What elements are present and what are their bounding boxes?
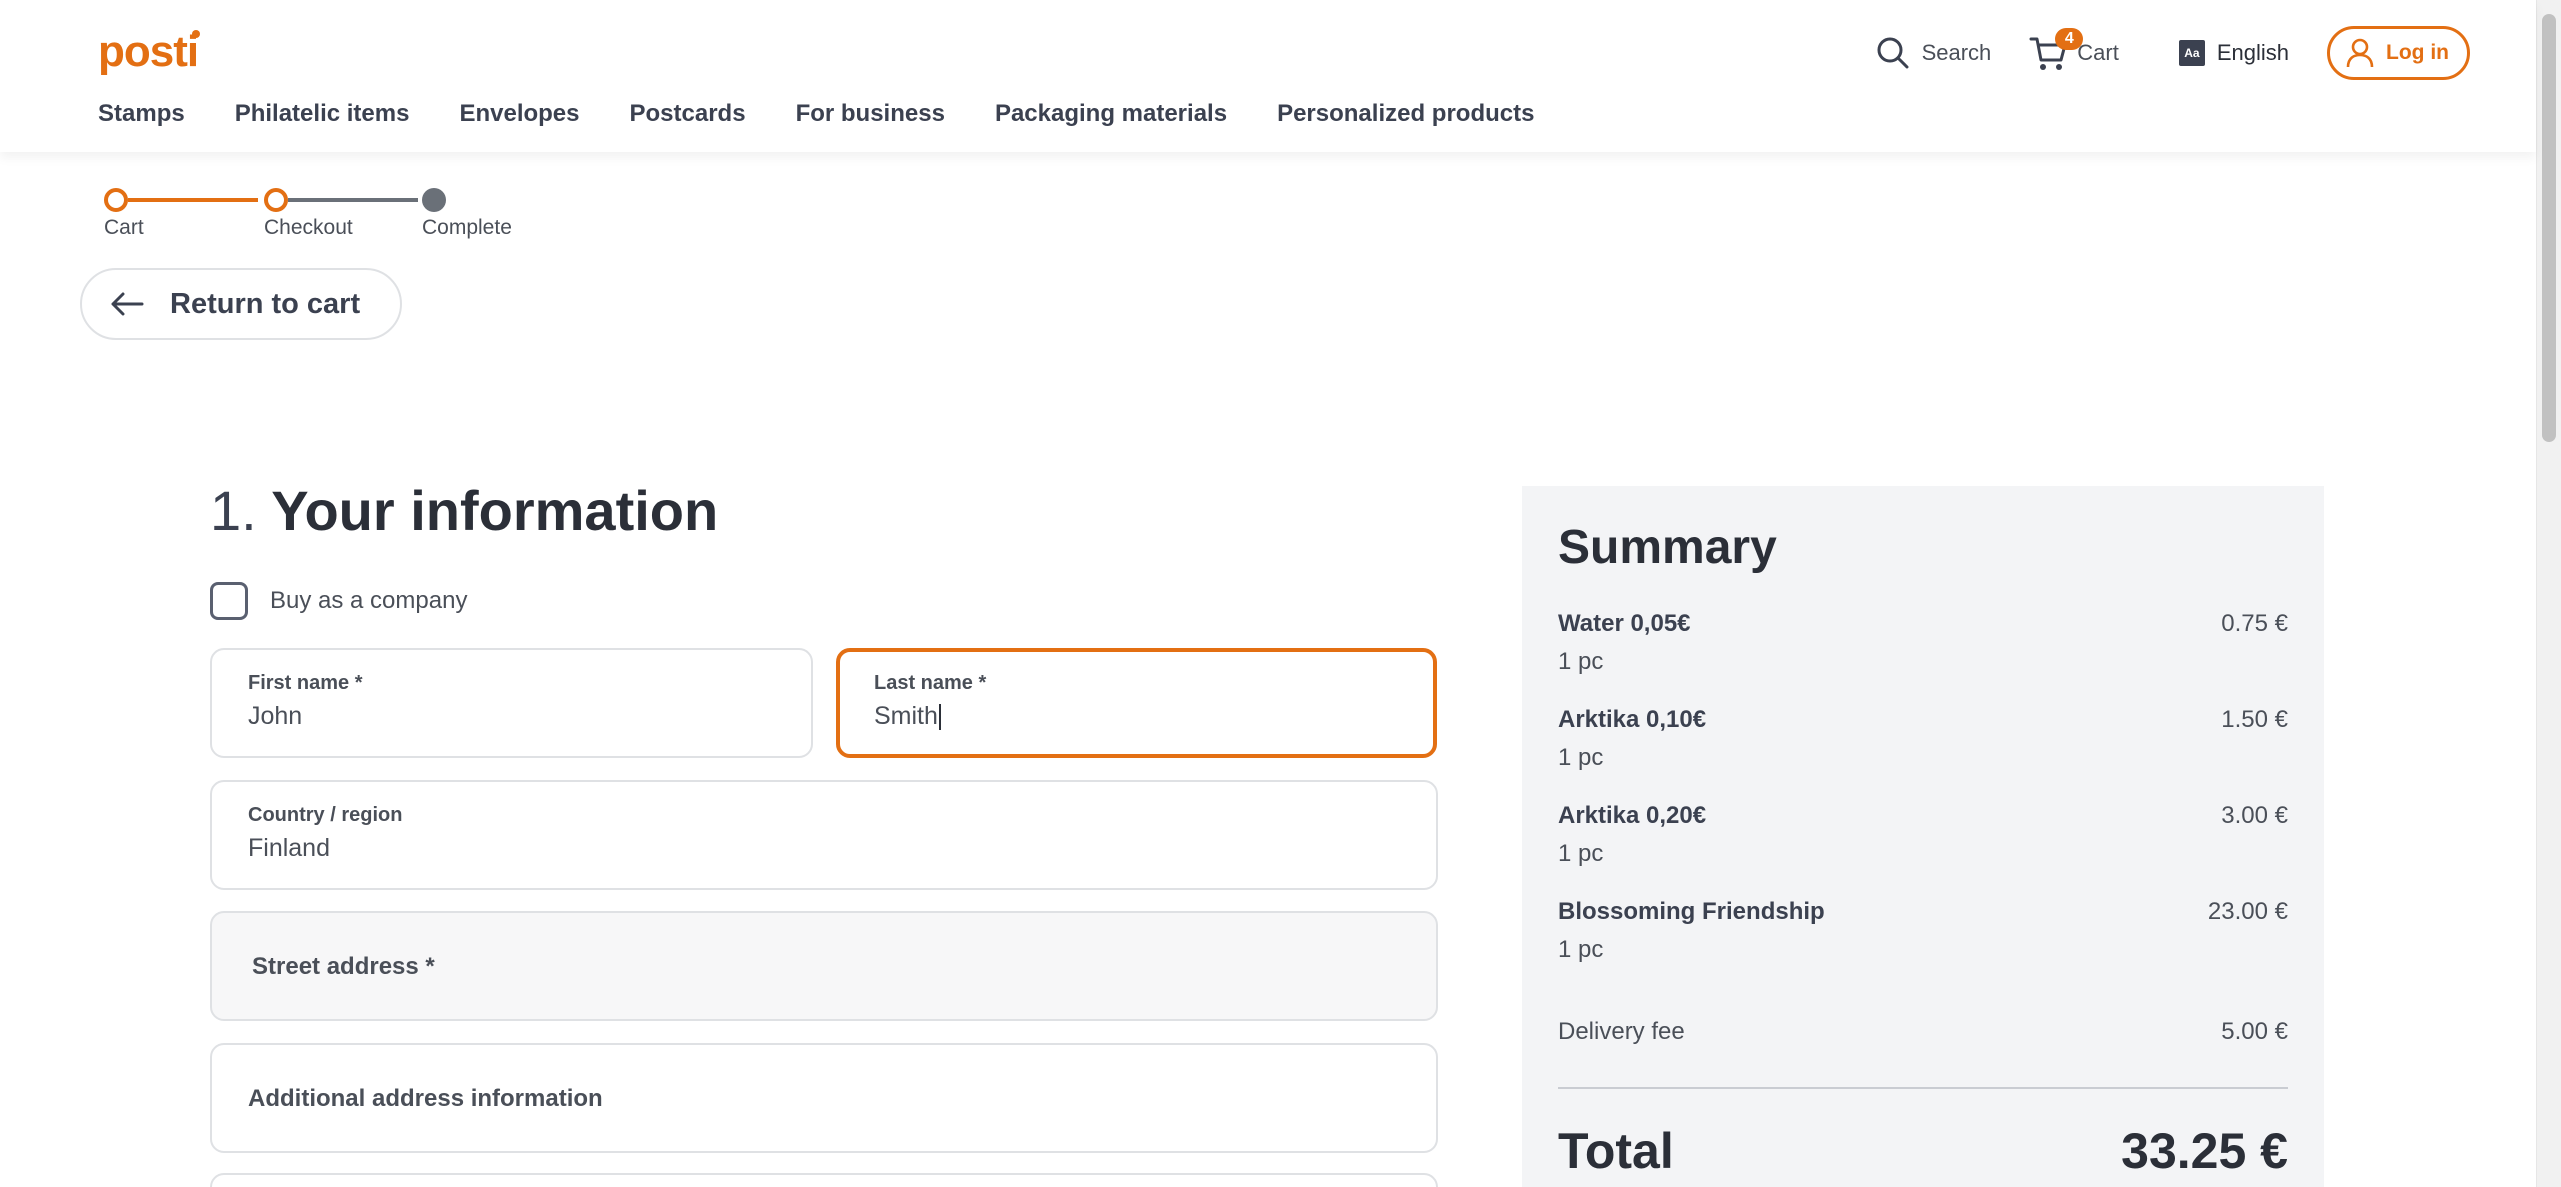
delivery-fee-row: Delivery fee 5.00 € bbox=[1558, 1018, 2288, 1046]
language-selector[interactable]: Aa English bbox=[2178, 40, 2290, 66]
site-header: posti Search 4 Cart Aa English Log in St… bbox=[0, 0, 2536, 152]
arrow-left-icon bbox=[111, 292, 144, 316]
step-checkout-label: Checkout bbox=[264, 216, 353, 239]
nav-item-personalized-products[interactable]: Personalized products bbox=[1277, 100, 1534, 128]
step-complete-label: Complete bbox=[422, 216, 512, 239]
item-price: 23.00 € bbox=[2207, 898, 2288, 925]
street-address-field[interactable]: Street address * bbox=[210, 911, 1438, 1021]
step-cart-indicator bbox=[104, 188, 128, 212]
step-complete-indicator bbox=[422, 188, 446, 212]
return-to-cart-label: Return to cart bbox=[170, 287, 361, 320]
section-title-text: Your information bbox=[271, 479, 719, 542]
main-navigation: Stamps Philatelic items Envelopes Postca… bbox=[98, 100, 1584, 128]
nav-item-packaging-materials[interactable]: Packaging materials bbox=[995, 100, 1227, 128]
section-number: 1. bbox=[210, 479, 257, 542]
additional-address-label: Additional address information bbox=[248, 1085, 603, 1112]
nav-item-postcards[interactable]: Postcards bbox=[630, 100, 746, 128]
cart-label: Cart bbox=[2077, 40, 2119, 65]
buy-as-company-checkbox[interactable] bbox=[210, 582, 248, 620]
header-actions: Search 4 Cart Aa English Log in bbox=[1876, 26, 2470, 80]
country-region-field[interactable]: Country / region Finland bbox=[210, 780, 1438, 890]
additional-address-field[interactable]: Additional address information bbox=[210, 1043, 1438, 1153]
cart-count-badge: 4 bbox=[2055, 28, 2084, 50]
delivery-fee-value: 5.00 € bbox=[2221, 1018, 2288, 1045]
country-region-value: Finland bbox=[248, 834, 330, 862]
summary-line-item: Water 0,05€ 1 pc 0.75 € bbox=[1558, 610, 2288, 676]
last-name-input[interactable]: Smith bbox=[874, 702, 941, 731]
last-name-value: Smith bbox=[874, 702, 938, 730]
search-button[interactable]: Search bbox=[1876, 36, 1992, 70]
summary-line-item: Arktika 0,20€ 1 pc 3.00 € bbox=[1558, 802, 2288, 868]
page-scrollbar[interactable] bbox=[2536, 0, 2561, 1187]
stepper-line-upcoming bbox=[288, 198, 418, 202]
posti-logo-icon: posti bbox=[98, 27, 200, 76]
item-quantity: 1 pc bbox=[1558, 840, 1604, 867]
user-icon bbox=[2346, 38, 2374, 68]
svg-text:posti: posti bbox=[98, 27, 198, 76]
login-label: Log in bbox=[2386, 41, 2449, 64]
item-price: 1.50 € bbox=[2221, 706, 2288, 733]
stepper-line-done bbox=[128, 198, 258, 202]
your-information-heading: 1. Your information bbox=[210, 478, 718, 543]
total-label: Total bbox=[1558, 1123, 1674, 1179]
nav-item-for-business[interactable]: For business bbox=[796, 100, 945, 128]
return-to-cart-button[interactable]: Return to cart bbox=[80, 268, 403, 340]
item-name: Blossoming Friendship bbox=[1558, 898, 1825, 925]
search-label: Search bbox=[1921, 40, 1992, 65]
delivery-fee-label: Delivery fee bbox=[1558, 1018, 1685, 1045]
street-address-label: Street address * bbox=[252, 953, 435, 980]
cart-button[interactable]: 4 Cart bbox=[2029, 28, 2119, 72]
country-region-label: Country / region bbox=[248, 804, 403, 826]
language-icon: Aa bbox=[2178, 40, 2205, 66]
item-name: Water 0,05€ bbox=[1558, 610, 1691, 637]
summary-title: Summary bbox=[1558, 521, 1777, 574]
checkout-stepper: Cart Checkout Complete bbox=[104, 188, 544, 248]
posti-logo[interactable]: posti bbox=[98, 26, 202, 78]
item-quantity: 1 pc bbox=[1558, 648, 1604, 675]
item-name: Arktika 0,20€ bbox=[1558, 802, 1707, 829]
scrollbar-thumb[interactable] bbox=[2542, 14, 2556, 442]
summary-divider bbox=[1558, 1087, 2288, 1089]
summary-line-item: Blossoming Friendship 1 pc 23.00 € bbox=[1558, 898, 2288, 964]
language-label: English bbox=[2216, 40, 2290, 65]
item-quantity: 1 pc bbox=[1558, 744, 1604, 771]
order-summary: Summary Water 0,05€ 1 pc 0.75 € Arktika … bbox=[1522, 486, 2324, 1187]
search-icon bbox=[1877, 37, 1909, 69]
last-name-field[interactable]: Last name * Smith bbox=[836, 648, 1437, 758]
summary-line-item: Arktika 0,10€ 1 pc 1.50 € bbox=[1558, 706, 2288, 772]
nav-item-envelopes[interactable]: Envelopes bbox=[459, 100, 579, 128]
buy-as-company-option[interactable]: Buy as a company bbox=[210, 582, 467, 620]
text-caret bbox=[938, 704, 941, 731]
first-name-label: First name * bbox=[248, 672, 363, 694]
nav-item-philatelic-items[interactable]: Philatelic items bbox=[235, 100, 410, 128]
step-cart-label: Cart bbox=[104, 216, 144, 239]
first-name-value: John bbox=[248, 702, 303, 730]
step-checkout-indicator bbox=[264, 188, 288, 212]
item-quantity: 1 pc bbox=[1558, 936, 1604, 963]
item-name: Arktika 0,10€ bbox=[1558, 706, 1707, 733]
first-name-field[interactable]: First name * John bbox=[210, 648, 813, 758]
total-value: 33.25 € bbox=[2121, 1123, 2288, 1179]
next-form-field[interactable] bbox=[210, 1173, 1438, 1187]
item-price: 0.75 € bbox=[2221, 610, 2288, 637]
buy-as-company-label: Buy as a company bbox=[270, 587, 468, 614]
item-price: 3.00 € bbox=[2221, 802, 2288, 829]
last-name-label: Last name * bbox=[874, 672, 987, 694]
login-button[interactable]: Log in bbox=[2327, 26, 2470, 80]
nav-item-stamps[interactable]: Stamps bbox=[98, 100, 185, 128]
total-row: Total 33.25 € bbox=[1558, 1122, 2288, 1180]
